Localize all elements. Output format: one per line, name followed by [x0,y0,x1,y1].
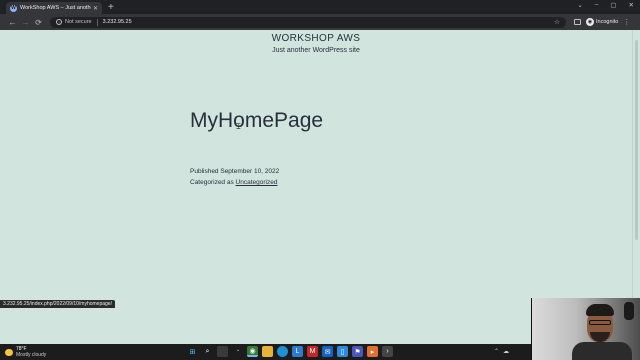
post-title: MyHomePage [190,109,324,132]
browser-toolbar: ← → ⟳ ! Not secure 3.232.95.25 ☆ ◉ Incog… [0,14,640,30]
webcam-person-glasses [589,320,611,325]
security-label[interactable]: Not secure [65,19,92,25]
reload-button[interactable]: ⟳ [32,18,45,27]
back-button[interactable]: ← [6,18,19,27]
wordpress-icon: W [10,4,17,12]
close-tab-icon[interactable]: ✕ [93,5,98,12]
post-published-date: Published September 10, 2022 [190,168,280,175]
chevron-up-icon[interactable]: ⌃ [494,348,499,355]
side-panel-icon[interactable] [574,19,581,25]
new-tab-button[interactable]: + [108,2,114,14]
site-description: Just another WordPress site [272,47,360,54]
incognito-profile-button[interactable]: ◉ Incognito [586,18,618,26]
maximize-button[interactable]: ▢ [610,1,616,9]
tab-title: WorkShop AWS – Just another W [20,5,91,11]
site-title[interactable]: WORKSHOP AWS [0,33,632,44]
taskbar-apps: ⊞ ⌕ ◔ ◉ L M ✉ ▯ ⚑ ▸ › [187,346,393,357]
cloud-sun-icon [5,348,13,356]
edge-icon[interactable] [277,346,288,357]
tab-workshop-aws[interactable]: W WorkShop AWS – Just another W ✕ [6,2,102,14]
weather-widget[interactable]: 78°F Mostly cloudy [5,346,46,358]
mcafee-icon[interactable]: M [307,346,318,357]
weather-condition: Mostly cloudy [16,352,47,358]
chrome-icon[interactable]: ◉ [247,346,258,357]
omnibox-divider [96,18,98,26]
webcam-person-hair [586,304,614,316]
mail-icon[interactable]: ✉ [322,346,333,357]
webcam-person-body [572,342,632,360]
status-bar-url: 3.232.95.25/index.php/2022/09/10/myhomep… [0,300,115,308]
phone-icon[interactable]: ▯ [337,346,348,357]
post-category-line: Categorized as Uncategorized [190,179,277,186]
page-scrollbar[interactable] [632,30,640,344]
info-icon[interactable]: ! [56,19,62,25]
vscode-icon[interactable]: ▸ [367,346,378,357]
tab-search-icon[interactable]: ⌄ [577,1,582,9]
terminal-icon[interactable]: › [382,346,393,357]
bookmark-star-icon[interactable]: ☆ [554,18,560,26]
url-text[interactable]: 3.232.95.25 [103,19,132,25]
microphone-icon [624,302,634,320]
address-bar[interactable]: ! Not secure 3.232.95.25 ☆ [50,16,566,28]
mouse-cursor-icon: ⌶ [236,122,241,131]
close-window-button[interactable]: ✕ [629,1,634,9]
teams-icon[interactable]: ⚑ [352,346,363,357]
incognito-icon: ◉ [586,18,594,26]
chat-icon[interactable]: ◔ [232,346,243,357]
forward-button[interactable]: → [19,18,32,27]
tab-strip: W WorkShop AWS – Just another W ✕ + ⌄ – … [0,0,640,14]
category-link[interactable]: Uncategorized [236,179,278,186]
webcam-overlay [531,298,640,360]
windows-start-icon[interactable]: ⊞ [187,346,198,357]
window-controls: ⌄ – ▢ ✕ [577,1,634,9]
task-view-icon[interactable] [217,346,228,357]
file-explorer-icon[interactable] [262,346,273,357]
toolbar-right: ◉ Incognito ⋮ [574,18,630,26]
menu-icon[interactable]: ⋮ [623,18,630,26]
store-icon[interactable]: L [292,346,303,357]
web-page [0,30,632,344]
scrollbar-thumb[interactable] [635,40,638,240]
cloud-icon[interactable]: ☁ [503,348,509,355]
system-tray: ⌃ ☁ [494,348,509,355]
category-prefix: Categorized as [190,179,234,186]
minimize-button[interactable]: – [595,1,599,9]
search-icon[interactable]: ⌕ [202,346,213,357]
incognito-label: Incognito [596,19,619,25]
